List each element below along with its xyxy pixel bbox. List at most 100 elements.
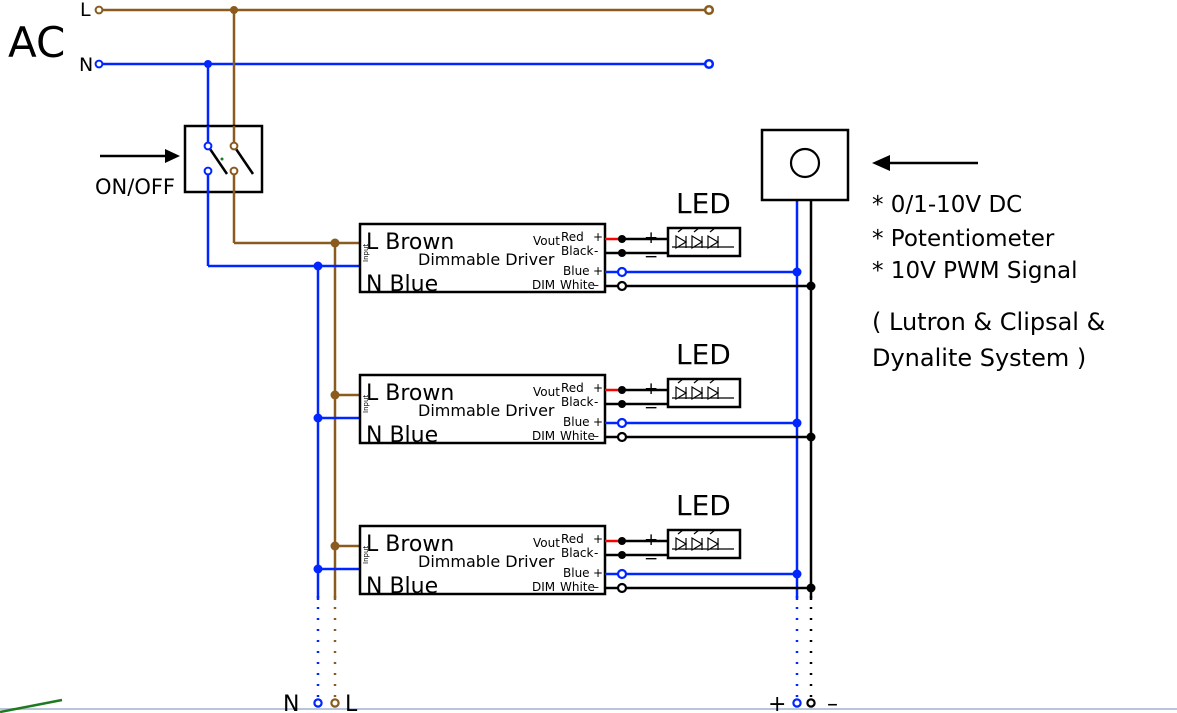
driver-2-vout-label: Vout <box>533 385 560 399</box>
driver-1-load-minus: − <box>644 247 658 267</box>
driver-3-dim-neg: White <box>560 580 595 594</box>
driver-3-vout-pos-sign: + <box>593 532 603 546</box>
controller-systems-line1: ( Lutron & Clipsal & <box>872 308 1105 336</box>
arrow-right-icon <box>165 149 180 163</box>
driver-3-dim-neg-sign: – <box>593 580 599 594</box>
driver-2-name: Dimmable Driver <box>418 401 555 420</box>
driver-1-dim-label: DIM <box>532 278 555 292</box>
driver-1-load-plus: + <box>644 228 658 248</box>
driver-3-vout-pos: Red <box>561 532 584 546</box>
switch-contact-n-bottom <box>203 166 213 176</box>
terminal-vout-neg-2 <box>618 400 626 408</box>
driver-2-vout-neg: Black <box>561 395 594 409</box>
driver-2-dim-pos: Blue <box>563 415 590 429</box>
junction-dim-pos-3 <box>792 569 802 579</box>
driver-2-dim-pos-sign: + <box>593 415 603 429</box>
driver-3-terminal-n: N Blue <box>366 574 438 599</box>
junction-neutral-driver3 <box>313 564 323 574</box>
driver-1-input-label: Input <box>362 244 370 262</box>
switch-contact-n-top <box>203 141 213 151</box>
terminal-dim-plus-bottom <box>792 698 802 708</box>
terminal-dim-neg-1 <box>616 280 628 292</box>
terminal-vout-pos-1 <box>618 235 626 243</box>
terminal-vout-pos-2 <box>618 386 626 394</box>
driver-3-load-minus: − <box>644 549 658 569</box>
driver-3-dim-pos: Blue <box>563 566 590 580</box>
driver-3-vout-label: Vout <box>533 536 560 550</box>
switch-gang-dot <box>220 157 224 161</box>
driver-3-vout-neg: Black <box>561 546 594 560</box>
terminal-live-source <box>94 5 104 15</box>
junction-neutral-top <box>204 60 212 68</box>
bottom-label-dim-plus: + <box>768 692 786 713</box>
wiring-diagram-canvas: AC L N ON/OFF L Brown N Blue Dimmable Dr… <box>0 0 1177 713</box>
driver-3-dim-label: DIM <box>532 580 555 594</box>
controller-bullet-2: * Potentiometer <box>872 226 1055 252</box>
driver-1-name: Dimmable Driver <box>418 250 555 269</box>
driver-1-dim-pos: Blue <box>563 264 590 278</box>
terminal-vout-neg-3 <box>618 551 626 559</box>
terminal-dim-pos-1 <box>616 266 628 278</box>
neutral-label: N <box>79 54 93 76</box>
driver-2-load-plus: + <box>644 379 658 399</box>
bottom-label-dim-minus: – <box>827 692 838 713</box>
junction-dim-neg-1 <box>806 281 816 291</box>
driver-1-dim-neg: White <box>560 278 595 292</box>
terminal-live-bottom <box>330 698 340 708</box>
controller-bullet-3: * 10V PWM Signal <box>872 258 1078 284</box>
controller-bullet-1: * 0/1-10V DC <box>872 192 1022 218</box>
terminal-vout-neg-1 <box>618 249 626 257</box>
driver-3-vout-neg-sign: - <box>594 546 598 560</box>
terminal-dim-pos-3 <box>616 568 628 580</box>
terminal-neutral-end <box>703 58 715 70</box>
terminal-dim-pos-2 <box>616 417 628 429</box>
junction-live-driver3 <box>330 541 340 551</box>
junction-dim-pos-1 <box>792 267 802 277</box>
live-label: L <box>80 0 91 21</box>
driver-2-vout-pos-sign: + <box>593 381 603 395</box>
driver-2-dim-label: DIM <box>532 429 555 443</box>
terminal-neutral-source <box>94 59 104 69</box>
junction-dim-neg-2 <box>806 432 816 442</box>
driver-1-vout-neg-sign: - <box>594 244 598 258</box>
terminal-neutral-bottom <box>313 698 323 708</box>
driver-1-vout-label: Vout <box>533 234 560 248</box>
junction-live-top <box>230 6 238 14</box>
terminal-dim-minus-bottom <box>806 698 816 708</box>
driver-1-dim-pos-sign: + <box>593 264 603 278</box>
driver-3-name: Dimmable Driver <box>418 552 555 571</box>
driver-3-dim-pos-sign: + <box>593 566 603 580</box>
driver-1-vout-neg: Black <box>561 244 594 258</box>
driver-2-vout-pos: Red <box>561 381 584 395</box>
driver-1-vout-pos: Red <box>561 230 584 244</box>
driver-3-input-label: Input <box>362 546 370 564</box>
ac-supply-label: AC <box>8 18 65 67</box>
terminal-live-end <box>703 4 715 16</box>
driver-2-load-label: LED <box>676 338 731 371</box>
controller-systems-line2: Dynalite System ) <box>872 344 1086 372</box>
switch-contact-l-top <box>229 141 239 151</box>
arrow-left-icon <box>872 155 890 171</box>
onoff-switch-label: ON/OFF <box>95 175 175 199</box>
driver-1-vout-pos-sign: + <box>593 230 603 244</box>
junction-dim-pos-2 <box>792 418 802 428</box>
driver-2-terminal-n: N Blue <box>366 423 438 448</box>
driver-1-dim-neg-sign: – <box>593 278 599 292</box>
driver-3-load-plus: + <box>644 530 658 550</box>
bottom-label-live: L <box>345 692 358 713</box>
wiring-schematic: AC L N ON/OFF L Brown N Blue Dimmable Dr… <box>0 0 1177 713</box>
junction-live-driver2 <box>330 390 340 400</box>
driver-2-dim-neg-sign: – <box>593 429 599 443</box>
driver-1-load-label: LED <box>676 187 731 220</box>
driver-2-dim-neg: White <box>560 429 595 443</box>
driver-1-terminal-n: N Blue <box>366 272 438 297</box>
driver-2-vout-neg-sign: - <box>594 395 598 409</box>
bottom-label-neutral: N <box>283 692 299 713</box>
driver-2-input-label: Input <box>362 395 370 413</box>
junction-neutral-driver2 <box>313 413 323 423</box>
terminal-dim-neg-2 <box>616 431 628 443</box>
junction-dim-neg-3 <box>806 583 816 593</box>
terminal-vout-pos-3 <box>618 537 626 545</box>
rotary-knob-icon[interactable] <box>789 147 821 179</box>
driver-2-load-minus: − <box>644 398 658 418</box>
